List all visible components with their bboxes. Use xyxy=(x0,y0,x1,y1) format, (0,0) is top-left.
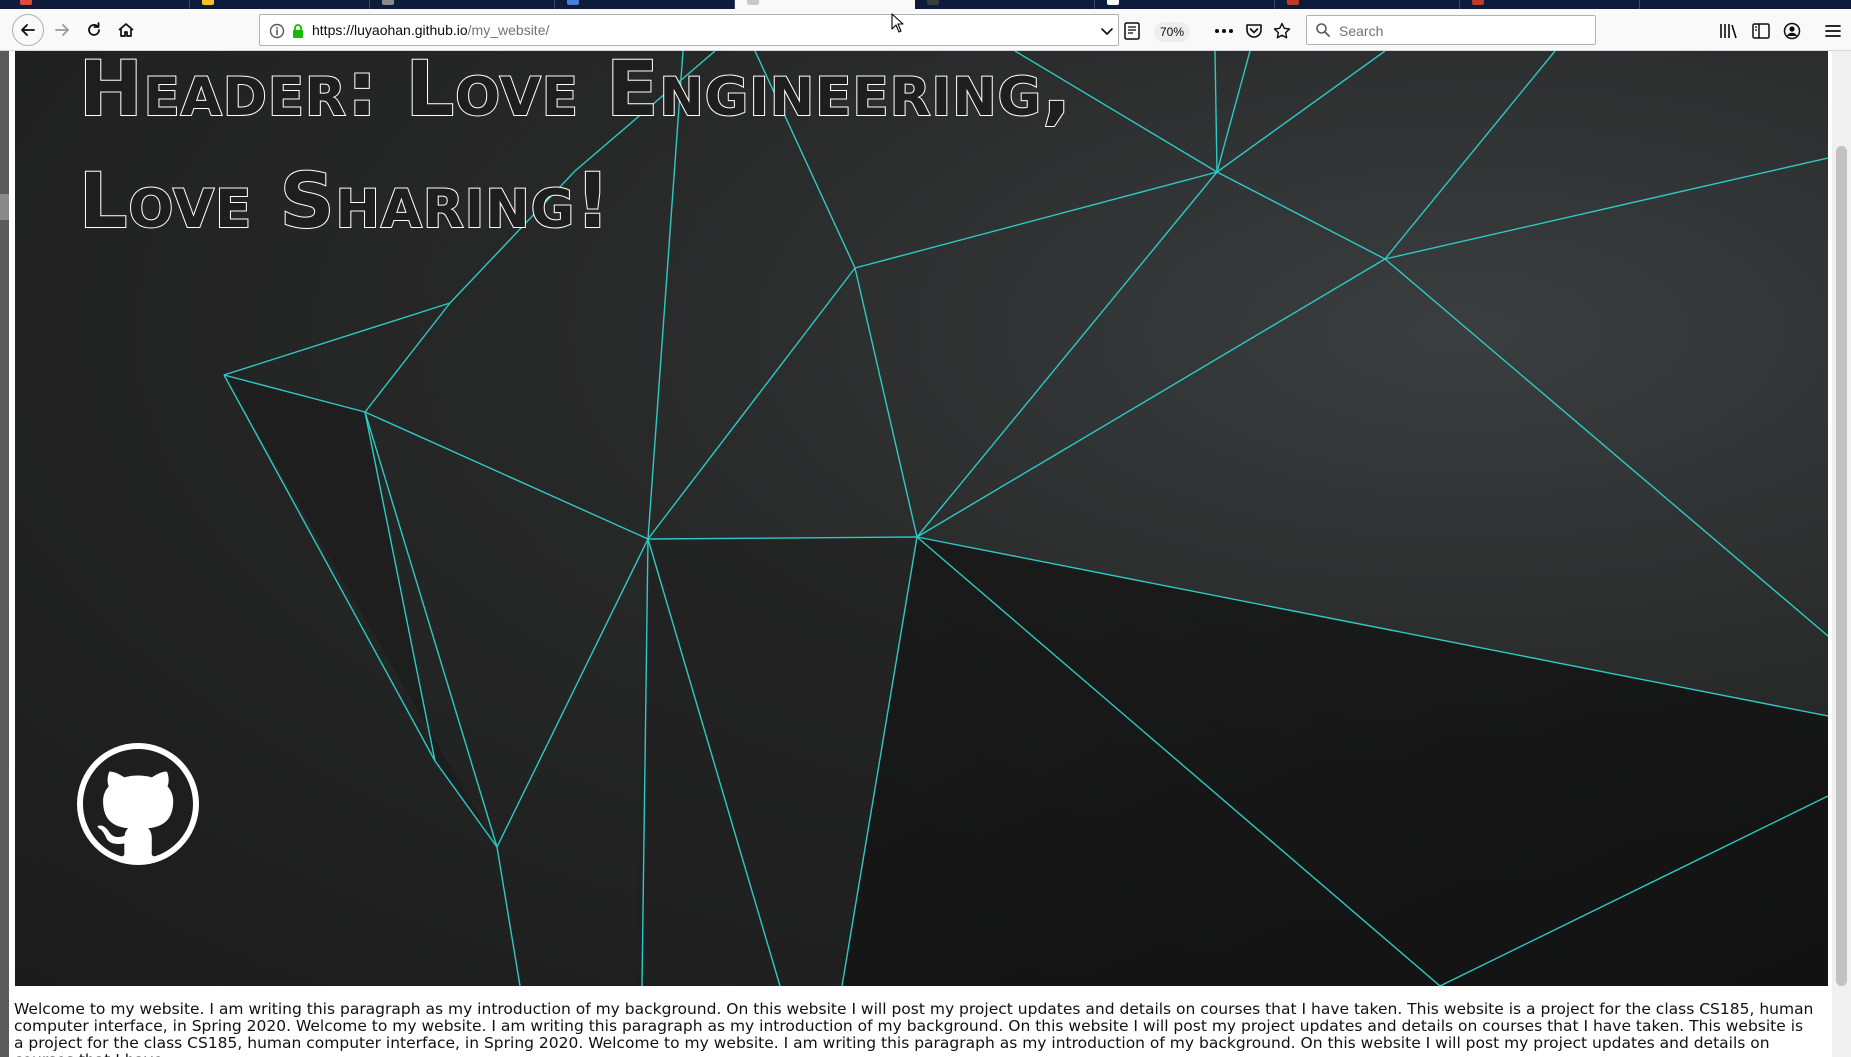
tab[interactable] xyxy=(1275,0,1460,9)
page-title: Header: Love Engineering, Love Sharing! xyxy=(78,51,1279,257)
tab-favicon-icon xyxy=(1107,0,1119,5)
lock-icon[interactable] xyxy=(289,22,307,40)
tab[interactable] xyxy=(0,0,190,9)
reader-view-icon[interactable] xyxy=(1122,21,1142,41)
mesh-line xyxy=(496,846,521,986)
chevron-down-icon[interactable] xyxy=(1098,22,1116,40)
mesh-line xyxy=(1384,258,1828,637)
tab-favicon-icon xyxy=(927,0,939,5)
forward-button[interactable] xyxy=(48,16,76,44)
mesh-line xyxy=(647,267,856,540)
scrollbar-thumb[interactable] xyxy=(1836,146,1847,986)
search-bar[interactable]: Search xyxy=(1306,15,1596,45)
search-input[interactable]: Search xyxy=(1339,23,1383,39)
account-icon[interactable] xyxy=(1782,21,1802,41)
mesh-line xyxy=(1384,51,1556,260)
home-button[interactable] xyxy=(112,16,140,44)
info-icon[interactable] xyxy=(268,22,286,40)
more-actions-icon[interactable] xyxy=(1212,21,1236,41)
github-link[interactable] xyxy=(77,743,199,865)
tab-favicon-icon xyxy=(747,0,759,5)
mesh-line xyxy=(496,538,649,848)
reload-button[interactable] xyxy=(80,16,108,44)
library-icon[interactable] xyxy=(1718,21,1740,41)
url-path: /my_website/ xyxy=(467,22,550,38)
url-bar[interactable]: https://luyaohan.github.io/my_website/ xyxy=(259,14,1119,46)
pocket-icon[interactable] xyxy=(1244,21,1264,41)
tab[interactable] xyxy=(1095,0,1275,9)
reload-icon xyxy=(88,22,100,36)
bookmark-star-icon[interactable] xyxy=(1272,21,1292,41)
intro-paragraph: Welcome to my website. I am writing this… xyxy=(14,1000,1814,1057)
window-edge xyxy=(0,51,9,1057)
page-viewport: Header: Love Engineering, Love Sharing! … xyxy=(0,51,1851,1057)
tab-favicon-icon xyxy=(202,0,214,5)
zoom-level-badge[interactable]: 70% xyxy=(1154,22,1191,42)
tab-favicon-icon xyxy=(1472,0,1484,5)
mouse-cursor-icon xyxy=(891,13,904,33)
page-scrollbar[interactable] xyxy=(1832,51,1851,1057)
url-host: https://luyaohan.github.io xyxy=(312,22,468,38)
mesh-line xyxy=(434,760,498,848)
home-icon xyxy=(118,23,134,37)
tab[interactable] xyxy=(555,0,735,9)
tab[interactable] xyxy=(190,0,370,9)
mesh-line xyxy=(916,258,1386,538)
tab-favicon-icon xyxy=(1287,0,1299,5)
tab[interactable] xyxy=(915,0,1095,9)
navigation-toolbar: https://luyaohan.github.io/my_website/ 7… xyxy=(0,9,1851,51)
mesh-line xyxy=(364,302,451,413)
mesh-line xyxy=(364,411,649,540)
title-line-1: Header: Love Engineering, xyxy=(78,51,1072,134)
tab-favicon-icon xyxy=(382,0,394,5)
tab-active[interactable] xyxy=(735,0,915,9)
tab[interactable] xyxy=(370,0,555,9)
mesh-line xyxy=(854,267,918,538)
back-arrow-icon xyxy=(21,24,35,36)
github-icon xyxy=(83,749,193,857)
search-icon xyxy=(1316,23,1330,37)
tab-favicon-icon xyxy=(567,0,579,5)
hamburger-menu-icon[interactable] xyxy=(1823,21,1843,41)
tab-favicon-icon xyxy=(20,0,32,5)
hero-banner: Header: Love Engineering, Love Sharing! xyxy=(15,51,1828,986)
url-text[interactable]: https://luyaohan.github.io/my_website/ xyxy=(312,22,549,38)
mesh-line xyxy=(223,302,451,376)
title-line-2: Love Sharing! xyxy=(78,155,611,246)
mesh-line xyxy=(1384,157,1828,260)
sidebar-toggle-icon[interactable] xyxy=(1751,21,1771,41)
tab-strip xyxy=(0,0,1851,9)
tab[interactable] xyxy=(1460,0,1640,9)
back-button[interactable] xyxy=(12,14,44,46)
forward-arrow-icon xyxy=(55,24,69,36)
